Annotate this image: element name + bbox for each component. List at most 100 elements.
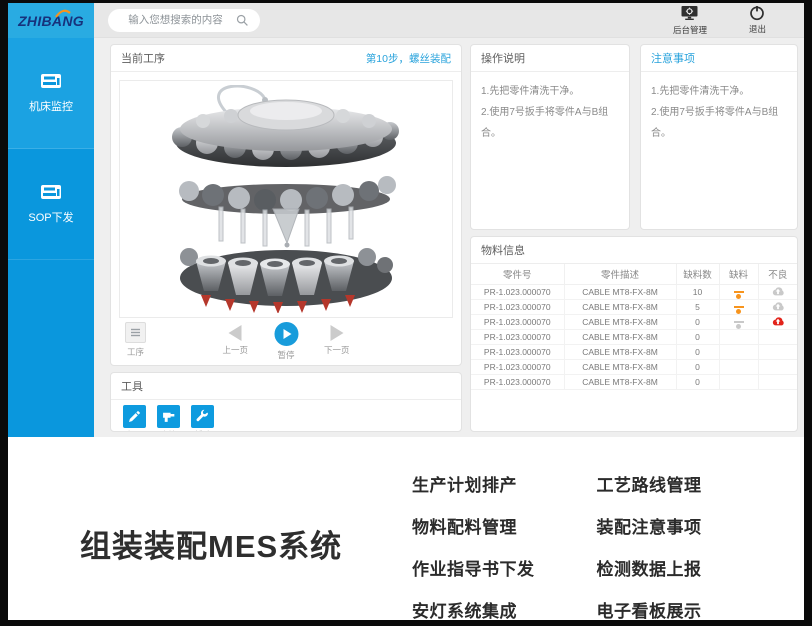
column-header: 不良 bbox=[758, 264, 797, 285]
sidebar: ZHIBANG 机床监控 SOP下发 bbox=[8, 3, 94, 437]
admin-button[interactable]: 后台管理 bbox=[673, 5, 707, 36]
materials-table-head: 零件号零件描述缺料数缺料不良 bbox=[471, 264, 797, 285]
current-process-title: 当前工序 bbox=[121, 50, 165, 66]
list-icon bbox=[125, 322, 146, 343]
part-description-cell: CABLE MT8-FX-8M bbox=[564, 345, 676, 360]
defect-upload-icon[interactable] bbox=[771, 286, 785, 297]
instruction-line: 1.先把零件清洗干净。 bbox=[481, 81, 619, 102]
process-list-button[interactable]: 工序 bbox=[125, 322, 146, 358]
logout-button[interactable]: 退出 bbox=[749, 5, 766, 36]
content: 当前工序 第10步，螺丝装配 bbox=[94, 38, 804, 437]
feature-item: 安灯系统集成 bbox=[412, 597, 535, 622]
logo: ZHIBANG bbox=[8, 3, 94, 38]
main-area: 后台管理 退出 当前工序 第10步，螺丝装配 bbox=[94, 3, 804, 437]
call-material-cell[interactable] bbox=[719, 300, 758, 315]
part-description-cell: CABLE MT8-FX-8M bbox=[564, 375, 676, 390]
defect-report-cell bbox=[758, 330, 797, 345]
pause-label: 暂停 bbox=[277, 349, 294, 361]
tools-list: 起子 电钻 扳手 bbox=[111, 400, 461, 432]
play-icon bbox=[274, 322, 298, 346]
instruction-line: 2.使用7号扳手将零件A与B组合。 bbox=[481, 102, 619, 144]
call-material-cell[interactable] bbox=[719, 285, 758, 300]
search-input[interactable] bbox=[120, 13, 232, 27]
call-material-cell bbox=[719, 375, 758, 390]
call-material-icon[interactable] bbox=[734, 321, 744, 329]
instructions-title: 操作说明 bbox=[481, 50, 525, 66]
footer-title: 组装装配MES系统 bbox=[80, 521, 342, 566]
defect-upload-icon[interactable] bbox=[771, 316, 785, 327]
shortage-qty-cell: 0 bbox=[676, 330, 719, 345]
next-page-button[interactable]: 下一页 bbox=[324, 322, 350, 356]
tool-label: 起子 bbox=[127, 429, 142, 432]
part-number-cell: PR-1.023.000070 bbox=[471, 300, 564, 315]
feature-list: 生产计划排产物料配料管理作业指导书下发安灯系统集成 工艺路线管理装配注意事项检测… bbox=[412, 471, 702, 622]
defect-report-cell[interactable] bbox=[758, 300, 797, 315]
call-material-icon[interactable] bbox=[734, 291, 744, 299]
search-box[interactable] bbox=[108, 9, 260, 32]
feature-item: 作业指导书下发 bbox=[412, 555, 535, 580]
topbar: 后台管理 退出 bbox=[94, 3, 804, 38]
instruction-line: 1.先把零件清洗干净。 bbox=[651, 81, 787, 102]
pause-button[interactable]: 暂停 bbox=[274, 322, 298, 361]
feature-column-1: 生产计划排产物料配料管理作业指导书下发安灯系统集成 bbox=[412, 471, 535, 622]
part-number-cell: PR-1.023.000070 bbox=[471, 345, 564, 360]
tool-label: 电钻 bbox=[161, 429, 176, 432]
defect-report-cell bbox=[758, 360, 797, 375]
admin-monitor-gear-icon bbox=[680, 5, 699, 22]
column-header: 缺料 bbox=[719, 264, 758, 285]
wrench-icon bbox=[191, 405, 214, 428]
tools-header: 工具 bbox=[111, 373, 461, 400]
call-material-cell[interactable] bbox=[719, 315, 758, 330]
drill-icon bbox=[157, 405, 180, 428]
current-process-panel: 当前工序 第10步，螺丝装配 bbox=[110, 44, 462, 366]
machine-icon bbox=[40, 184, 62, 200]
feature-item: 物料配料管理 bbox=[412, 513, 535, 538]
notices-body: 1.先把零件清洗干净。2.使用7号扳手将零件A与B组合。 bbox=[641, 72, 797, 153]
part-number-cell: PR-1.023.000070 bbox=[471, 285, 564, 300]
tool-screwdriver[interactable]: 起子 bbox=[123, 405, 146, 432]
process-controls: 工序 上一页 暂停 下一页 bbox=[111, 318, 461, 364]
feature-item: 工艺路线管理 bbox=[597, 471, 702, 496]
shortage-qty-cell: 5 bbox=[676, 300, 719, 315]
screwdriver-icon bbox=[123, 405, 146, 428]
machine-icon bbox=[40, 73, 62, 89]
call-material-icon[interactable] bbox=[734, 306, 744, 314]
product-exploded-view-image bbox=[127, 85, 445, 313]
defect-report-cell bbox=[758, 375, 797, 390]
part-number-cell: PR-1.023.000070 bbox=[471, 360, 564, 375]
sidebar-item-label: SOP下发 bbox=[28, 209, 73, 225]
process-image-box bbox=[119, 80, 453, 318]
sidebar-item-label: 机床监控 bbox=[29, 98, 73, 114]
tool-wrench[interactable]: 扳手 bbox=[191, 405, 214, 432]
part-description-cell: CABLE MT8-FX-8M bbox=[564, 360, 676, 375]
sidebar-item-sop-dispatch[interactable]: SOP下发 bbox=[8, 149, 94, 260]
prev-page-button[interactable]: 上一页 bbox=[222, 322, 248, 356]
defect-report-cell[interactable] bbox=[758, 285, 797, 300]
materials-title: 物料信息 bbox=[481, 242, 525, 258]
materials-header-row: 零件号零件描述缺料数缺料不良 bbox=[471, 264, 797, 285]
shortage-qty-cell: 10 bbox=[676, 285, 719, 300]
defect-upload-icon[interactable] bbox=[771, 301, 785, 312]
current-step-link[interactable]: 第10步，螺丝装配 bbox=[366, 51, 451, 66]
notices-header: 注意事项 bbox=[641, 45, 797, 72]
instructions-body: 1.先把零件清洗干净。2.使用7号扳手将零件A与B组合。 bbox=[471, 72, 629, 153]
tool-drill[interactable]: 电钻 bbox=[157, 405, 180, 432]
part-number-cell: PR-1.023.000070 bbox=[471, 330, 564, 345]
prev-icon bbox=[229, 325, 242, 341]
footer-banner: 组装装配MES系统 生产计划排产物料配料管理作业指导书下发安灯系统集成 工艺路线… bbox=[8, 437, 804, 620]
feature-item: 电子看板展示 bbox=[597, 597, 702, 622]
notices-panel: 注意事项 1.先把零件清洗干净。2.使用7号扳手将零件A与B组合。 bbox=[640, 44, 798, 230]
notices-title: 注意事项 bbox=[651, 50, 695, 66]
material-row: PR-1.023.000070CABLE MT8-FX-8M0 bbox=[471, 330, 797, 345]
prev-page-label: 上一页 bbox=[222, 344, 248, 356]
part-description-cell: CABLE MT8-FX-8M bbox=[564, 300, 676, 315]
material-row: PR-1.023.000070CABLE MT8-FX-8M10 bbox=[471, 285, 797, 300]
page-nav: 上一页 暂停 下一页 bbox=[222, 322, 349, 361]
current-process-header: 当前工序 第10步，螺丝装配 bbox=[111, 45, 461, 72]
instruction-line: 2.使用7号扳手将零件A与B组合。 bbox=[651, 102, 787, 144]
feature-item: 检测数据上报 bbox=[597, 555, 702, 580]
material-row: PR-1.023.000070CABLE MT8-FX-8M0 bbox=[471, 375, 797, 390]
part-description-cell: CABLE MT8-FX-8M bbox=[564, 315, 676, 330]
defect-report-cell[interactable] bbox=[758, 315, 797, 330]
sidebar-item-machine-monitor[interactable]: 机床监控 bbox=[8, 38, 94, 149]
